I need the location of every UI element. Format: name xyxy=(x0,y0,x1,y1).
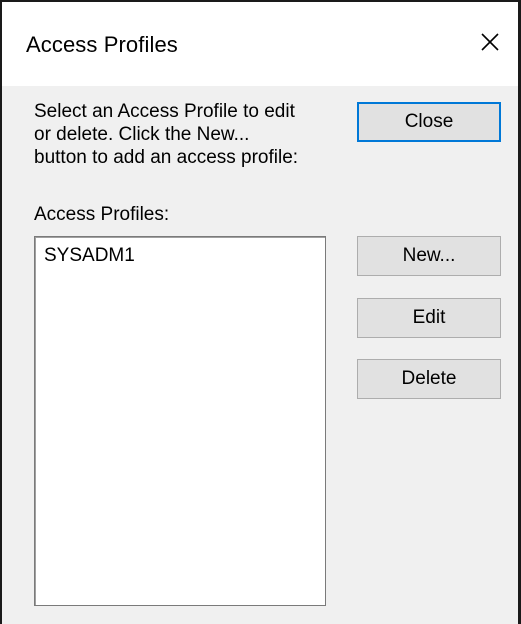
dialog-title: Access Profiles xyxy=(26,32,178,57)
instructions-text: Select an Access Profile to edit or dele… xyxy=(34,100,346,169)
close-button[interactable]: Close xyxy=(357,102,501,142)
access-profiles-label: Access Profiles: xyxy=(34,204,170,225)
new-button[interactable]: New... xyxy=(357,236,501,276)
instructions-line: button to add an access profile: xyxy=(34,147,299,168)
list-item-sysadm1[interactable]: SYSADM1 xyxy=(44,245,135,267)
instructions-line: or delete. Click the New... xyxy=(34,124,250,145)
title-bar: Access Profiles xyxy=(2,2,518,86)
edit-button[interactable]: Edit xyxy=(357,298,501,338)
dialog-content: Select an Access Profile to edit or dele… xyxy=(2,86,518,624)
close-x-icon xyxy=(481,33,499,51)
instructions-line: Select an Access Profile to edit xyxy=(34,101,295,122)
access-profiles-dialog: Access Profiles Select an Access Profile… xyxy=(0,0,521,624)
delete-button[interactable]: Delete xyxy=(357,359,501,399)
close-window-button[interactable] xyxy=(468,20,512,64)
access-profiles-listbox[interactable]: SYSADM1 xyxy=(34,236,326,606)
